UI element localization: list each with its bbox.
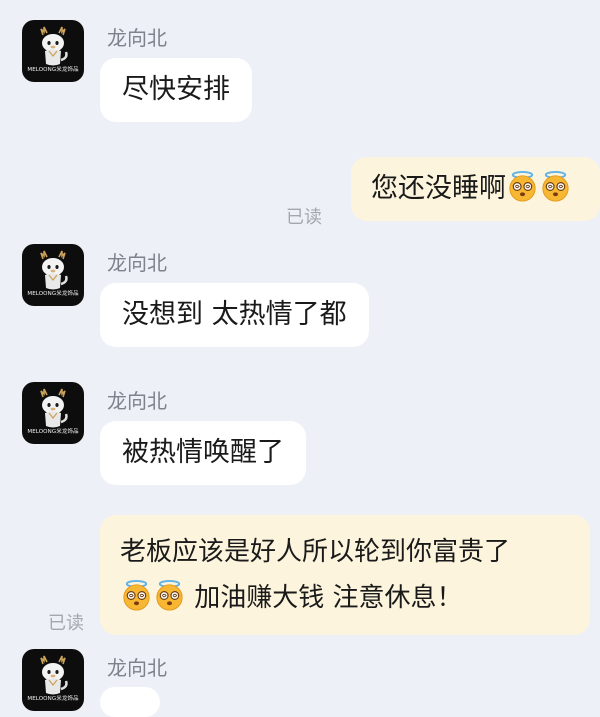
avatar-brand-text: MELOONG米龙饰品 — [27, 66, 79, 73]
message-row-incoming: MELOONG米龙饰品 龙向北 尽快安排 — [0, 0, 600, 130]
dizzy-halo-face-icon — [153, 579, 186, 612]
message-bubble[interactable]: 没想到 太热情了都 — [100, 283, 369, 347]
avatar[interactable]: MELOONG米龙饰品 — [22, 244, 84, 306]
avatar-brand-text: MELOONG米龙饰品 — [27, 428, 79, 435]
avatar-brand-text: MELOONG米龙饰品 — [27, 290, 79, 297]
message-text: 尽快安排 — [122, 74, 230, 105]
message-row-incoming: MELOONG米龙饰品 龙向北 — [0, 645, 600, 717]
read-receipt: 已读 — [286, 207, 322, 228]
sender-name: 龙向北 — [107, 656, 167, 680]
message-text-line: 老板应该是好人所以轮到你富贵了 — [120, 537, 511, 567]
message-bubble[interactable]: 被热情唤醒了 — [100, 421, 306, 485]
message-bubble[interactable]: 老板应该是好人所以轮到你富贵了 加油赚大钱 注意休息！ — [100, 515, 590, 635]
avatar[interactable]: MELOONG米龙饰品 — [22, 382, 84, 444]
dragon-mascot-icon — [40, 388, 68, 428]
dizzy-halo-face-icon — [539, 170, 572, 203]
dizzy-halo-face-icon — [506, 170, 539, 203]
sender-name: 龙向北 — [107, 26, 167, 50]
read-receipt: 已读 — [48, 613, 84, 634]
message-bubble[interactable]: 尽快安排 — [100, 58, 252, 122]
avatar[interactable]: MELOONG米龙饰品 — [22, 649, 84, 711]
sender-name: 龙向北 — [107, 389, 167, 413]
message-text: 加油赚大钱 注意休息！ — [186, 583, 463, 613]
message-text: 被热情唤醒了 — [122, 437, 284, 468]
dragon-mascot-icon — [40, 26, 68, 66]
dizzy-halo-face-icon — [120, 579, 153, 612]
dragon-mascot-icon — [40, 250, 68, 290]
message-text-line: 加油赚大钱 注意休息！ — [120, 575, 572, 621]
message-text: 没想到 太热情了都 — [122, 299, 347, 330]
message-bubble[interactable]: 您还没睡啊 — [351, 157, 600, 221]
message-row-incoming: MELOONG米龙饰品 龙向北 没想到 太热情了都 — [0, 240, 600, 360]
dragon-mascot-icon — [40, 655, 68, 695]
message-text: 您还没睡啊 — [371, 173, 506, 204]
avatar[interactable]: MELOONG米龙饰品 — [22, 20, 84, 82]
message-row-incoming: MELOONG米龙饰品 龙向北 被热情唤醒了 — [0, 378, 600, 498]
sender-name: 龙向北 — [107, 251, 167, 275]
avatar-brand-text: MELOONG米龙饰品 — [27, 695, 79, 702]
message-row-outgoing: 老板应该是好人所以轮到你富贵了 加油赚大钱 注意休息！ 已读 — [0, 515, 600, 640]
message-row-outgoing: 您还没睡啊 已读 — [0, 150, 600, 230]
